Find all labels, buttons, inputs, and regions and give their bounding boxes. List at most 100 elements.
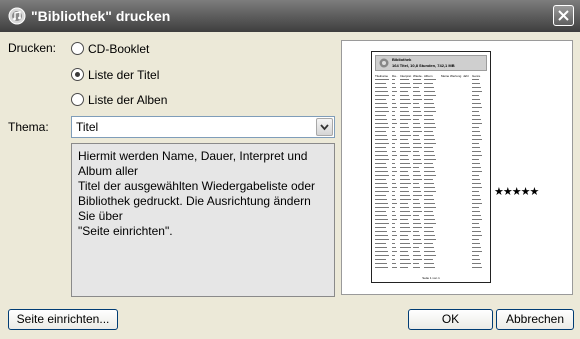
preview-row-line [424, 119, 434, 120]
preview-row-line [413, 167, 419, 168]
preview-row-line [400, 235, 408, 236]
preview-row-line [472, 251, 482, 252]
preview-row-line [413, 255, 421, 256]
preview-row-line [392, 199, 396, 200]
preview-row-line [375, 267, 388, 268]
preview-row-line [375, 99, 386, 100]
preview-row-line [413, 95, 421, 96]
preview-column: Da.. [392, 74, 398, 78]
cancel-button[interactable]: Abbrechen [496, 309, 574, 330]
close-button[interactable] [553, 5, 574, 26]
preview-row-line [472, 155, 482, 156]
preview-row-line [375, 235, 388, 236]
preview-rating-stars: ★★★★★ [494, 186, 539, 198]
preview-row-line [375, 155, 388, 156]
preview-row-line [472, 163, 480, 164]
preview-row-line [392, 135, 396, 136]
preview-row-line [375, 87, 387, 88]
preview-row-line [392, 223, 395, 224]
preview-row-line [472, 243, 480, 244]
preview-row-line [400, 151, 411, 152]
preview-row-line [424, 211, 433, 212]
preview-row-line [400, 263, 411, 264]
preview-row-line [392, 79, 395, 80]
preview-row-line [375, 103, 387, 104]
preview-row-line [424, 159, 436, 160]
preview-row-line [413, 111, 421, 112]
preview-row-line [400, 227, 410, 228]
preview-row-line [472, 187, 482, 188]
preview-row-line [375, 163, 386, 164]
preview-row-line [400, 267, 408, 268]
preview-row-line [472, 115, 480, 116]
preview-row-line [375, 239, 389, 240]
preview-row-line [413, 115, 422, 116]
preview-row-line [424, 99, 433, 100]
preview-row-line [472, 267, 482, 268]
preview-row-line [413, 231, 419, 232]
preview-row-line [375, 195, 386, 196]
preview-row-line [472, 167, 481, 168]
preview-row-line [400, 187, 408, 188]
preview-row-line [413, 127, 421, 128]
preview-row-line [413, 191, 421, 192]
preview-row-line [472, 83, 480, 84]
preview-row-line [400, 207, 409, 208]
preview-row-line [400, 135, 411, 136]
preview-row-line [400, 111, 409, 112]
preview-row-line [375, 111, 389, 112]
preview-row-line [424, 231, 434, 232]
radio-indicator [71, 93, 84, 106]
preview-row-line [392, 115, 395, 116]
preview-row-line [400, 115, 410, 116]
close-icon [558, 10, 569, 21]
preview-row-line [472, 119, 481, 120]
preview-row-line [413, 247, 419, 248]
preview-row-line [392, 87, 396, 88]
preview-row-line [413, 259, 422, 260]
preview-row-line [400, 251, 408, 252]
preview-row-line [413, 79, 421, 80]
preview-row-line [472, 255, 479, 256]
preview-row-line [424, 239, 436, 240]
preview-row-line [375, 175, 389, 176]
preview-row-line [392, 255, 395, 256]
preview-row-line [413, 87, 419, 88]
preview-row-line [424, 127, 436, 128]
dropdown-button[interactable] [316, 118, 333, 136]
preview-row-line [424, 219, 435, 220]
preview-row-line [375, 151, 387, 152]
preview-row-line [472, 183, 481, 184]
preview-row-line [413, 99, 422, 100]
theme-select[interactable]: Titel [71, 116, 335, 138]
preview-row-line [472, 87, 481, 88]
preview-row-line [400, 199, 411, 200]
preview-row-line [392, 151, 396, 152]
preview-row-line [392, 99, 395, 100]
preview-row-line [424, 267, 435, 268]
radio-indicator [71, 68, 84, 81]
preview-row-line [375, 207, 389, 208]
preview-row-line [375, 263, 387, 264]
preview-row-line [424, 203, 435, 204]
print-dialog: "Bibliothek" drucken Drucken: CD-Booklet… [0, 0, 580, 339]
page-setup-button[interactable]: Seite einrichten... [8, 309, 118, 330]
title-bar: "Bibliothek" drucken [0, 0, 580, 32]
preview-row-line [472, 127, 479, 128]
preview-row-line [413, 139, 420, 140]
preview-row-line [424, 151, 434, 152]
preview-row-line [400, 239, 409, 240]
ok-button[interactable]: OK [408, 309, 493, 330]
preview-subtitle: 164 Titel, 10,8 Stunden, 742,1 MB [392, 63, 455, 68]
preview-row-line [472, 95, 479, 96]
preview-row-line [400, 127, 409, 128]
preview-row-line [392, 187, 397, 188]
preview-row-line [413, 219, 420, 220]
preview-row-line [413, 163, 422, 164]
preview-row-line [400, 175, 409, 176]
preview-row-line [375, 227, 386, 228]
dialog-title: "Bibliothek" drucken [31, 8, 171, 24]
preview-footer: Seite 1 von 1 [422, 276, 440, 280]
theme-selected-value: Titel [76, 120, 99, 134]
preview-row-line [413, 183, 419, 184]
